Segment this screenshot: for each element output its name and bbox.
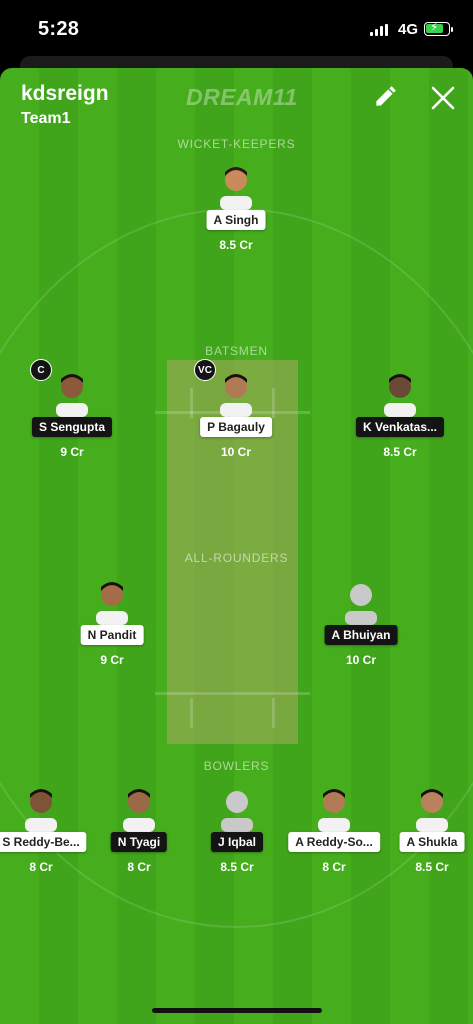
player-card[interactable]: A Reddy-So... 8 Cr [288, 782, 380, 902]
player-price: 9 Cr [100, 653, 124, 667]
player-avatar [96, 582, 128, 625]
crease-mark [190, 698, 193, 728]
battery-cap [451, 27, 453, 32]
team-owner-name: kdsreign [21, 82, 109, 105]
player-avatar [220, 167, 252, 210]
home-indicator [152, 1008, 322, 1013]
player-name: N Pandit [80, 625, 144, 645]
player-avatar [123, 789, 155, 832]
crease-line-bottom [155, 692, 310, 695]
player-name: P Bagauly [200, 417, 272, 437]
status-time: 5:28 [38, 18, 80, 40]
section-label-batsmen: BATSMEN [205, 344, 268, 358]
player-price: 8 Cr [29, 860, 53, 874]
captain-badge: C [30, 359, 52, 381]
player-avatar [416, 789, 448, 832]
player-card[interactable]: K Venkatas... 8.5 Cr [355, 367, 445, 487]
player-price: 10 Cr [220, 445, 252, 459]
dream11-logo: DREAM11 [186, 84, 298, 110]
section-label-bowlers: BOWLERS [203, 759, 270, 773]
player-name: A Bhuiyan [324, 625, 398, 645]
player-price: 8.5 Cr [383, 445, 417, 459]
crease-mark [272, 698, 275, 728]
player-name: K Venkatas... [355, 417, 445, 437]
placeholder-avatar-icon [345, 584, 377, 625]
player-name: S Reddy-Be... [0, 832, 87, 852]
close-button[interactable] [429, 84, 457, 112]
team-name: Team1 [21, 110, 71, 127]
team-preview-field: kdsreign Team1 DREAM11 WICKET-KEEPERS BA… [0, 68, 473, 1024]
player-card[interactable]: P Bagauly 10 Cr [191, 367, 281, 487]
player-name: N Tyagi [110, 832, 168, 852]
signal-icon [370, 24, 390, 36]
section-label-all-rounders: ALL-ROUNDERS [184, 551, 289, 565]
player-price: 8 Cr [322, 860, 346, 874]
player-card[interactable]: N Tyagi 8 Cr [94, 782, 184, 902]
placeholder-avatar-icon [221, 791, 253, 832]
network-type: 4G [398, 21, 419, 38]
player-avatar [56, 374, 88, 417]
player-price: 8.5 Cr [415, 860, 449, 874]
player-card[interactable]: A Singh 8.5 Cr [191, 160, 281, 280]
player-name: A Singh [206, 210, 266, 230]
battery-icon: ⚡ [424, 20, 450, 36]
close-icon [431, 86, 455, 110]
player-price: 8.5 Cr [220, 860, 254, 874]
player-price: 10 Cr [345, 653, 377, 667]
player-avatar [384, 374, 416, 417]
status-bar: 5:28 4G ⚡ [0, 0, 473, 56]
player-avatar [318, 789, 350, 832]
player-name: A Reddy-So... [288, 832, 380, 852]
player-card[interactable]: S Sengupta 9 Cr [27, 367, 117, 487]
section-label-wicket-keepers: WICKET-KEEPERS [177, 137, 296, 151]
player-name: S Sengupta [31, 417, 113, 437]
vice-captain-badge: VC [194, 359, 216, 381]
player-price: 8 Cr [127, 860, 151, 874]
player-card[interactable]: J Iqbal 8.5 Cr [192, 782, 282, 902]
player-name: J Iqbal [210, 832, 264, 852]
player-card[interactable]: A Bhuiyan 10 Cr [316, 575, 406, 695]
player-avatar [220, 374, 252, 417]
edit-team-button[interactable] [372, 84, 398, 110]
pencil-icon [376, 86, 396, 106]
player-price: 9 Cr [60, 445, 84, 459]
player-price: 8.5 Cr [219, 238, 253, 252]
player-name: A Shukla [399, 832, 465, 852]
player-card[interactable]: N Pandit 9 Cr [67, 575, 157, 695]
player-avatar [25, 789, 57, 832]
player-card[interactable]: S Reddy-Be... 8 Cr [0, 782, 87, 902]
player-card[interactable]: A Shukla 8.5 Cr [387, 782, 473, 902]
